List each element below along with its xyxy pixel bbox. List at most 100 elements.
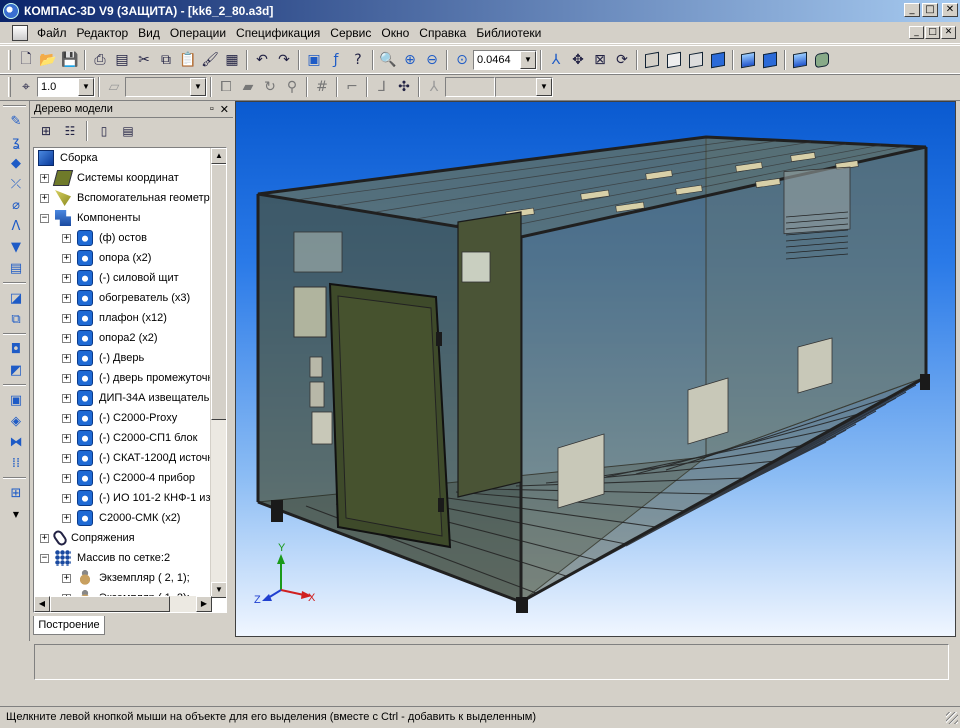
link-icon[interactable]: ⚲	[281, 76, 303, 98]
close-icon[interactable]: ✕	[220, 103, 229, 116]
expand-icon[interactable]: +	[62, 313, 71, 323]
new-document-icon[interactable]: 🗋	[15, 49, 37, 71]
menu-edit[interactable]: Редактор	[72, 26, 134, 40]
halftone-edges-icon[interactable]	[737, 49, 759, 71]
hidden-thin-icon[interactable]	[685, 49, 707, 71]
properties-icon[interactable]: ▦	[221, 49, 243, 71]
expand-icon[interactable]: +	[62, 433, 71, 443]
expand-icon[interactable]: +	[62, 493, 71, 503]
plane-icon[interactable]: ▰	[237, 76, 259, 98]
chamfer-icon[interactable]: ◩	[5, 360, 27, 380]
tree-item[interactable]: − Массив по сетке:2	[40, 548, 170, 568]
tree-horizontal-scrollbar[interactable]: ◀ ▶	[34, 596, 212, 612]
redo-icon[interactable]: ↷	[273, 49, 295, 71]
menu-window[interactable]: Окно	[376, 26, 414, 40]
expand-icon[interactable]: +	[40, 193, 49, 203]
mates-icon[interactable]: ⌀	[5, 195, 27, 215]
expand-icon[interactable]: +	[62, 253, 71, 263]
assembly-model[interactable]	[236, 102, 956, 637]
tree-item[interactable]: + Экземпляр ( 2, 1);	[62, 568, 190, 588]
kompas-app-icon[interactable]	[3, 3, 19, 19]
expand-icon[interactable]: +	[62, 233, 71, 243]
tree-root-assembly[interactable]: Сборка	[38, 148, 98, 168]
tree-item[interactable]: + (-) С2000-4 прибор	[62, 468, 195, 488]
expand-icon[interactable]: +	[62, 473, 71, 483]
zoom-scale-combo[interactable]: 0.0464 ▼	[473, 50, 537, 70]
measure-icon[interactable]: Λ	[5, 216, 27, 236]
expand-icon[interactable]: +	[62, 333, 71, 343]
tree-item[interactable]: + (-) Дверь	[62, 348, 144, 368]
format-brush-icon[interactable]: 🖌	[199, 49, 221, 71]
variables-fx-icon[interactable]: ƒ	[325, 49, 347, 71]
expand-icon[interactable]: +	[62, 513, 71, 523]
print-icon[interactable]: ⎙	[89, 49, 111, 71]
menu-view[interactable]: Вид	[133, 26, 165, 40]
tree-list-icon[interactable]: ▤	[117, 120, 139, 142]
scroll-down-icon[interactable]: ▼	[5, 504, 27, 524]
tree-item[interactable]: + опора2 (x2)	[62, 328, 158, 348]
tree-order-icon[interactable]: ⊞	[35, 120, 57, 142]
help-pointer-icon[interactable]: ?	[347, 49, 369, 71]
edit-assembly-icon[interactable]: ✎	[5, 111, 27, 131]
grid-icon[interactable]: #	[311, 76, 333, 98]
tree-item[interactable]: + опора (x2)	[62, 248, 151, 268]
cut-icon[interactable]: ✂	[133, 49, 155, 71]
expand-icon[interactable]: +	[62, 453, 71, 463]
tree-item[interactable]: + Сопряжения	[40, 528, 135, 548]
tree-vertical-scrollbar[interactable]: ▲ ▼	[210, 148, 226, 598]
preview-icon[interactable]: ▤	[111, 49, 133, 71]
tree-structure-icon[interactable]: ☷	[59, 120, 81, 142]
zoom-window-icon[interactable]: 🔍	[377, 49, 399, 71]
open-folder-icon[interactable]: 📂	[37, 49, 59, 71]
snap-bindings-icon[interactable]: ✣	[393, 76, 415, 98]
collapse-icon[interactable]: −	[40, 213, 49, 223]
close-button[interactable]: ✕	[942, 3, 958, 17]
tree-scroll-thumb[interactable]	[211, 164, 226, 420]
menu-file[interactable]: Файл	[32, 26, 72, 40]
menu-operations[interactable]: Операции	[165, 26, 231, 40]
cursor-step-combo[interactable]: 1.0 ▼	[37, 77, 95, 97]
section-plane-icon[interactable]: ◈	[5, 411, 27, 431]
expand-icon[interactable]: +	[40, 173, 49, 183]
expand-icon[interactable]: +	[62, 353, 71, 363]
scroll-up-icon[interactable]: ▲	[211, 148, 226, 164]
tree-item[interactable]: + (-) силовой щит	[62, 268, 179, 288]
halftone-icon[interactable]	[707, 49, 729, 71]
tree-item[interactable]: + (-) С2000-Proxy	[62, 408, 177, 428]
manager-icon[interactable]: ▣	[303, 49, 325, 71]
zoom-scale-icon[interactable]: ⊙	[451, 49, 473, 71]
tree-item[interactable]: + ДИП-34А извещатель	[62, 388, 209, 408]
orientation-icon[interactable]: ⅄	[545, 49, 567, 71]
collapse-icon[interactable]: −	[40, 553, 49, 563]
step-cursor-icon[interactable]: ⌖	[15, 76, 37, 98]
scroll-left-icon[interactable]: ◀	[34, 596, 50, 612]
expand-icon[interactable]: +	[40, 533, 49, 543]
menu-specification[interactable]: Спецификация	[231, 26, 325, 40]
undo-icon[interactable]: ↶	[251, 49, 273, 71]
array-component-icon[interactable]: ⊞	[5, 483, 27, 503]
tree-item[interactable]: + (-) С2000-СП1 блок	[62, 428, 197, 448]
perspective-icon[interactable]	[759, 49, 781, 71]
cut-extrude-icon[interactable]: ▣	[5, 390, 27, 410]
paste-icon[interactable]: 📋	[177, 49, 199, 71]
minimize-button[interactable]: _	[904, 3, 920, 17]
tree-item[interactable]: + Системы координат	[40, 168, 179, 188]
aux-geometry-icon[interactable]: ⤫	[5, 174, 27, 194]
tree-item[interactable]: − Компоненты	[40, 208, 140, 228]
snap-icon[interactable]: ↻	[259, 76, 281, 98]
toolbar-grip[interactable]	[8, 77, 11, 97]
show-all-icon[interactable]: ⊠	[589, 49, 611, 71]
tree-hscroll-thumb[interactable]	[50, 596, 170, 612]
resize-grip[interactable]	[946, 712, 958, 724]
zoom-in-icon[interactable]: ⊕	[399, 49, 421, 71]
create-component-icon[interactable]: ⧉	[5, 309, 27, 329]
tree-item[interactable]: + (-) дверь промежуточная	[62, 368, 226, 388]
document-icon[interactable]	[12, 24, 28, 41]
3d-viewport[interactable]: Y X Z	[235, 101, 956, 637]
chevron-down-icon[interactable]: ▼	[78, 78, 94, 96]
expand-icon[interactable]: +	[62, 413, 71, 423]
copy-icon[interactable]: ⧉	[155, 49, 177, 71]
hidden-lines-icon[interactable]	[663, 49, 685, 71]
pin-icon[interactable]: ▫	[210, 103, 214, 116]
scroll-down-icon[interactable]: ▼	[211, 582, 226, 598]
